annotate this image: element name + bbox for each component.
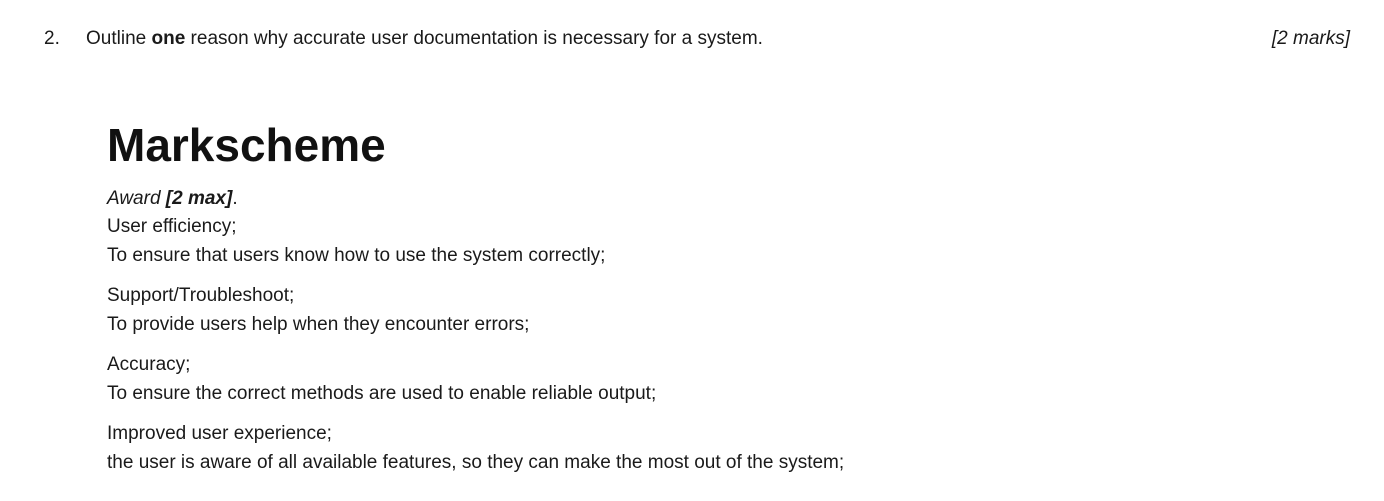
award-max: [2 max] (165, 188, 233, 209)
point-detail: To provide users help when they encounte… (107, 314, 530, 335)
point-detail: To ensure that users know how to use the… (107, 245, 606, 266)
question-text-emphasis: one (151, 28, 186, 49)
question-text-after: reason why accurate user documentation i… (185, 28, 763, 49)
award-suffix: . (232, 188, 238, 209)
point-title: Accuracy; (107, 354, 191, 375)
question-text: Outline one reason why accurate user doc… (86, 26, 763, 52)
markscheme-point: Improved user experience; the user is aw… (107, 419, 1347, 477)
question-marks: [2 marks] (1271, 28, 1350, 49)
markscheme-point: Support/Troubleshoot; To provide users h… (107, 281, 1347, 339)
point-detail: the user is aware of all available featu… (107, 452, 845, 473)
question-text-before: Outline (86, 28, 152, 49)
question-number: 2. (44, 28, 60, 49)
award-line: Award [2 max]. (107, 186, 1347, 212)
point-title: Improved user experience; (107, 423, 332, 444)
point-detail: To ensure the correct methods are used t… (107, 383, 657, 404)
question-row: 2. Outline one reason why accurate user … (0, 26, 1384, 52)
point-title: User efficiency; (107, 216, 237, 237)
point-title: Support/Troubleshoot; (107, 285, 295, 306)
award-prefix: Award (107, 188, 166, 209)
markscheme-point: User efficiency; To ensure that users kn… (107, 212, 1347, 270)
markscheme-section: Markscheme Award [2 max]. User efficienc… (107, 116, 1347, 488)
markscheme-heading: Markscheme (107, 119, 386, 171)
markscheme-point: Accuracy; To ensure the correct methods … (107, 350, 1347, 408)
